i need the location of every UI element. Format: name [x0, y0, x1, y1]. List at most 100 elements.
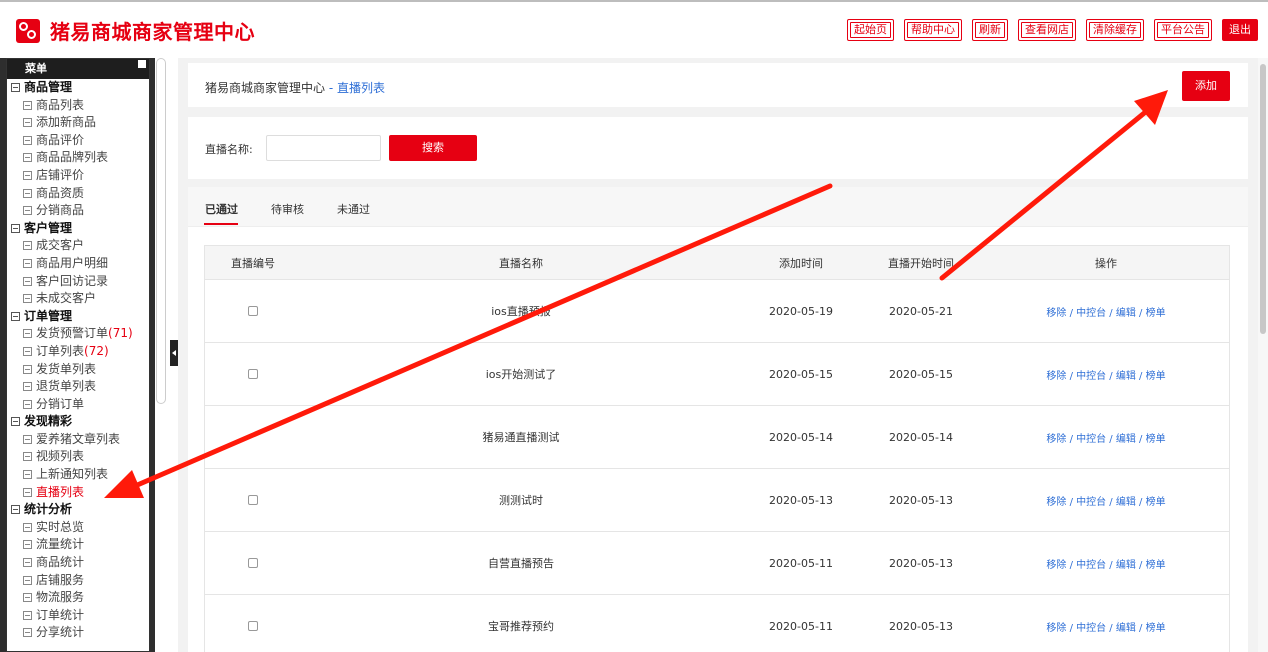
- sidebar-item-brand-list[interactable]: 商品品牌列表: [11, 149, 149, 167]
- sidebar-item-product-reviews[interactable]: 商品评价: [11, 132, 149, 150]
- menu-group-discover[interactable]: 发现精彩: [11, 413, 149, 431]
- bullet-icon: [23, 399, 32, 409]
- sidebar-item-closed-customers[interactable]: 成交客户: [11, 237, 149, 255]
- refresh-button[interactable]: 刷新: [972, 19, 1008, 41]
- brand-title: 猪易商城商家管理中心: [50, 20, 255, 44]
- menu-title-label: 菜单: [25, 62, 47, 75]
- bullet-icon: [23, 593, 32, 603]
- logout-button[interactable]: 退出: [1222, 19, 1258, 41]
- tab-bar: 已通过 待审核 未通过: [188, 187, 1248, 227]
- sidebar-item-live-list[interactable]: 直播列表: [11, 484, 149, 502]
- row-actions[interactable]: 移除 / 中控台 / 编辑 / 榜单: [981, 469, 1231, 531]
- sidebar-scrollbar[interactable]: [156, 58, 166, 404]
- sidebar-item-order-stats[interactable]: 订单统计: [11, 607, 149, 625]
- menu-group-orders[interactable]: 订单管理: [11, 308, 149, 326]
- sidebar-item-logistics[interactable]: 物流服务: [11, 589, 149, 607]
- menu-group-statistics[interactable]: 统计分析: [11, 501, 149, 519]
- row-actions[interactable]: 移除 / 中控台 / 编辑 / 榜单: [981, 406, 1231, 468]
- menu-title: 菜单: [7, 59, 149, 79]
- start-date: 2020-05-15: [889, 367, 953, 381]
- tab-rejected[interactable]: 未通过: [337, 201, 370, 217]
- sidebar-item-revisit-records[interactable]: 客户回访记录: [11, 273, 149, 291]
- start-date: 2020-05-13: [889, 493, 953, 507]
- home-button[interactable]: 起始页: [847, 19, 894, 41]
- sidebar-item-share-stats[interactable]: 分享统计: [11, 624, 149, 642]
- help-center-button[interactable]: 帮助中心: [904, 19, 962, 41]
- row-checkbox[interactable]: [248, 558, 258, 568]
- top-header: 猪易商城商家管理中心 起始页 帮助中心 刷新 查看网店 清除缓存 平台公告 退出: [0, 0, 1268, 58]
- sidebar-item-unclosed-customers[interactable]: 未成交客户: [11, 290, 149, 308]
- sidebar-item-realtime[interactable]: 实时总览: [11, 519, 149, 537]
- sidebar-item-user-details[interactable]: 商品用户明细: [11, 255, 149, 273]
- bullet-icon: [23, 276, 32, 286]
- row-checkbox[interactable]: [248, 621, 258, 631]
- row-checkbox[interactable]: [248, 369, 258, 379]
- collapse-icon: [11, 505, 20, 515]
- sidebar-item-articles[interactable]: 爱养猪文章列表: [11, 431, 149, 449]
- search-button[interactable]: 搜索: [389, 135, 477, 161]
- sidebar-item-return-list[interactable]: 退货单列表: [11, 378, 149, 396]
- bullet-icon: [23, 452, 32, 462]
- sidebar-item-distribution-orders[interactable]: 分销订单: [11, 396, 149, 414]
- sidebar-item-distribution-products[interactable]: 分销商品: [11, 202, 149, 220]
- sidebar-item-store-reviews[interactable]: 店铺评价: [11, 167, 149, 185]
- row-checkbox-cell: [205, 469, 301, 531]
- bullet-icon: [23, 346, 32, 356]
- collapse-icon: [11, 223, 20, 233]
- breadcrumb-root[interactable]: 猪易商城商家管理中心: [205, 81, 325, 95]
- row-checkbox[interactable]: [248, 306, 258, 316]
- menu-list: 商品管理 商品列表 添加新商品 商品评价 商品品牌列表 店铺评价 商品资质 分销…: [7, 79, 149, 642]
- bullet-icon: [23, 329, 32, 339]
- scrollbar-thumb[interactable]: [1260, 64, 1266, 334]
- platform-notice-button[interactable]: 平台公告: [1154, 19, 1212, 41]
- add-button[interactable]: 添加: [1182, 71, 1230, 101]
- bullet-icon: [23, 558, 32, 568]
- row-actions[interactable]: 移除 / 中控台 / 编辑 / 榜单: [981, 343, 1231, 405]
- sidebar-item-shipping-warning[interactable]: 发货预警订单(71): [11, 325, 149, 343]
- breadcrumb-separator: -: [325, 81, 337, 95]
- minimize-icon[interactable]: [138, 60, 146, 68]
- col-header-id: 直播编号: [231, 256, 275, 270]
- table-header: 直播编号 直播名称 添加时间 直播开始时间 操作: [205, 246, 1229, 280]
- clear-cache-button[interactable]: 清除缓存: [1086, 19, 1144, 41]
- start-date: 2020-05-14: [889, 430, 953, 444]
- tab-pending[interactable]: 待审核: [271, 201, 304, 217]
- sidebar-item-traffic[interactable]: 流量统计: [11, 536, 149, 554]
- sidebar-item-add-product[interactable]: 添加新商品: [11, 114, 149, 132]
- row-actions[interactable]: 移除 / 中控台 / 编辑 / 榜单: [981, 595, 1231, 652]
- warning-count-badge: (71): [108, 326, 133, 341]
- view-store-button[interactable]: 查看网店: [1018, 19, 1076, 41]
- sidebar-item-qualifications[interactable]: 商品资质: [11, 185, 149, 203]
- bullet-icon: [23, 610, 32, 620]
- sidebar-item-product-list[interactable]: 商品列表: [11, 97, 149, 115]
- added-date: 2020-05-15: [769, 367, 833, 381]
- table-row: 猪易通直播测试 2020-05-14 2020-05-14 移除 / 中控台 /…: [205, 406, 1229, 469]
- sidebar-item-videos[interactable]: 视频列表: [11, 448, 149, 466]
- col-header-actions: 操作: [1095, 256, 1117, 270]
- sidebar-item-shipment-list[interactable]: 发货单列表: [11, 361, 149, 379]
- search-input[interactable]: [266, 135, 381, 161]
- sidebar-item-product-stats[interactable]: 商品统计: [11, 554, 149, 572]
- sidebar-item-order-list[interactable]: 订单列表(72): [11, 343, 149, 361]
- bullet-icon: [23, 470, 32, 480]
- top-button-group: 起始页 帮助中心 刷新 查看网店 清除缓存 平台公告 退出: [847, 19, 1258, 41]
- col-header-start: 直播开始时间: [888, 256, 954, 270]
- menu-group-products[interactable]: 商品管理: [11, 79, 149, 97]
- tab-approved[interactable]: 已通过: [205, 201, 238, 217]
- main-scrollbar[interactable]: [1258, 58, 1268, 652]
- row-actions[interactable]: 移除 / 中控台 / 编辑 / 榜单: [981, 280, 1231, 342]
- bullet-icon: [23, 118, 32, 128]
- table-row: ios开始测试了 2020-05-15 2020-05-15 移除 / 中控台 …: [205, 343, 1229, 406]
- col-header-name: 直播名称: [499, 256, 543, 270]
- row-checkbox-cell: [205, 343, 301, 405]
- bullet-icon: [23, 540, 32, 550]
- bullet-icon: [23, 206, 32, 216]
- row-actions[interactable]: 移除 / 中控台 / 编辑 / 榜单: [981, 532, 1231, 594]
- sidebar-item-store-service[interactable]: 店铺服务: [11, 572, 149, 590]
- bullet-icon: [23, 522, 32, 532]
- breadcrumb: 猪易商城商家管理中心 - 直播列表: [205, 79, 385, 96]
- live-name: ios开始测试了: [485, 368, 557, 381]
- sidebar-item-new-arrivals[interactable]: 上新通知列表: [11, 466, 149, 484]
- row-checkbox[interactable]: [248, 495, 258, 505]
- menu-group-customers[interactable]: 客户管理: [11, 220, 149, 238]
